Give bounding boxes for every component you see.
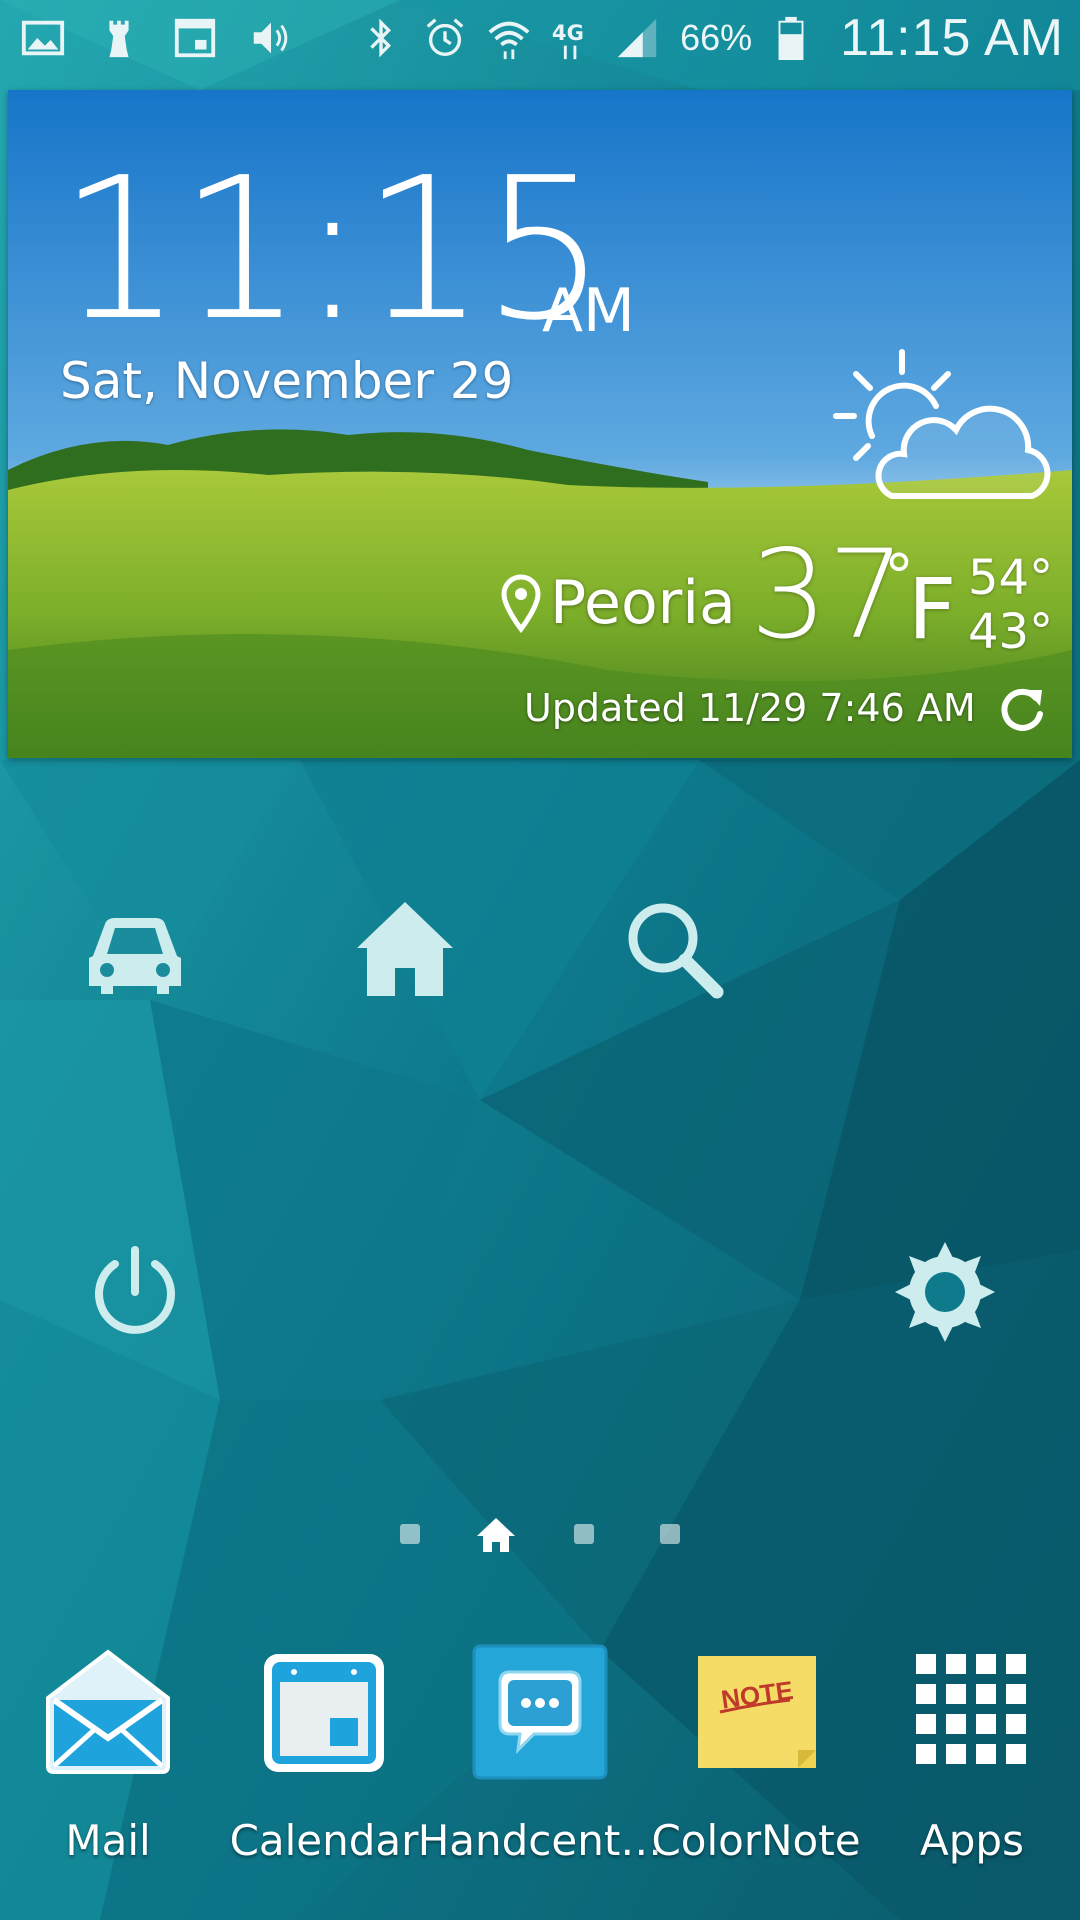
temperature-high: 54° (968, 550, 1054, 606)
home-icon[interactable] (340, 890, 470, 1010)
dock-app-mail[interactable]: Mail (0, 1642, 216, 1882)
search-icon[interactable] (610, 890, 740, 1010)
page-dot[interactable] (660, 1524, 680, 1544)
clock-ampm: AM (542, 276, 635, 346)
clock-weather-widget[interactable]: 11:15 AM Sat, November 29 Peoria 37 ° F … (8, 90, 1072, 758)
calendar-icon (254, 1642, 394, 1782)
power-icon[interactable] (70, 1232, 200, 1352)
handcent-icon (470, 1642, 610, 1782)
apps-grid-icon (902, 1642, 1042, 1782)
dock-app-calendar[interactable]: Calendar (216, 1642, 432, 1882)
alarm-icon (420, 13, 470, 63)
clock-time: 11:15 (58, 136, 607, 364)
notification-icons (18, 0, 296, 76)
weather-location[interactable]: Peoria (498, 568, 736, 638)
4g-lte-icon: 4G (548, 13, 598, 63)
page-indicator[interactable] (0, 1512, 1080, 1556)
page-dot[interactable] (574, 1524, 594, 1544)
page-dot[interactable] (400, 1524, 420, 1544)
temperature-low: 43° (968, 604, 1054, 660)
dock-label: Calendar (229, 1816, 419, 1865)
dock-app-handcent[interactable]: Handcent… (418, 1642, 662, 1882)
clock-date: Sat, November 29 (60, 352, 514, 410)
settings-icon[interactable] (880, 1232, 1010, 1352)
dock-app-colornote[interactable]: NOTE ColorNote (648, 1642, 864, 1882)
signal-icon (612, 13, 662, 63)
battery-icon (766, 13, 816, 63)
car-icon[interactable] (70, 890, 200, 1010)
dock-label: Handcent… (417, 1816, 663, 1865)
picture-icon (18, 13, 68, 63)
bluetooth-icon (356, 13, 406, 63)
svg-text:4G: 4G (552, 20, 584, 45)
status-bar[interactable]: 4G 66% 11:15 AM (0, 0, 1080, 76)
volume-icon (246, 13, 296, 63)
current-temperature: 37 (750, 524, 906, 666)
dock-label: Mail (65, 1816, 151, 1865)
refresh-icon[interactable] (996, 684, 1048, 736)
mail-icon (38, 1642, 178, 1782)
status-time: 11:15 AM (840, 9, 1064, 67)
calendar-small-icon (170, 13, 220, 63)
dock-label: ColorNote (651, 1816, 861, 1865)
wifi-icon (484, 13, 534, 63)
partly-cloudy-icon (833, 349, 1051, 499)
dock-label: Apps (920, 1816, 1024, 1865)
chess-icon (94, 13, 144, 63)
location-pin-icon (501, 574, 541, 633)
colornote-icon: NOTE (686, 1642, 826, 1782)
dock-apps-button[interactable]: Apps (864, 1642, 1080, 1882)
temperature-unit: F (908, 560, 957, 658)
battery-percent: 66% (680, 17, 753, 58)
location-name: Peoria (550, 568, 736, 638)
weather-updated-time: Updated 11/29 7:46 AM (524, 686, 976, 730)
home-page-indicator-icon[interactable] (475, 1514, 517, 1556)
